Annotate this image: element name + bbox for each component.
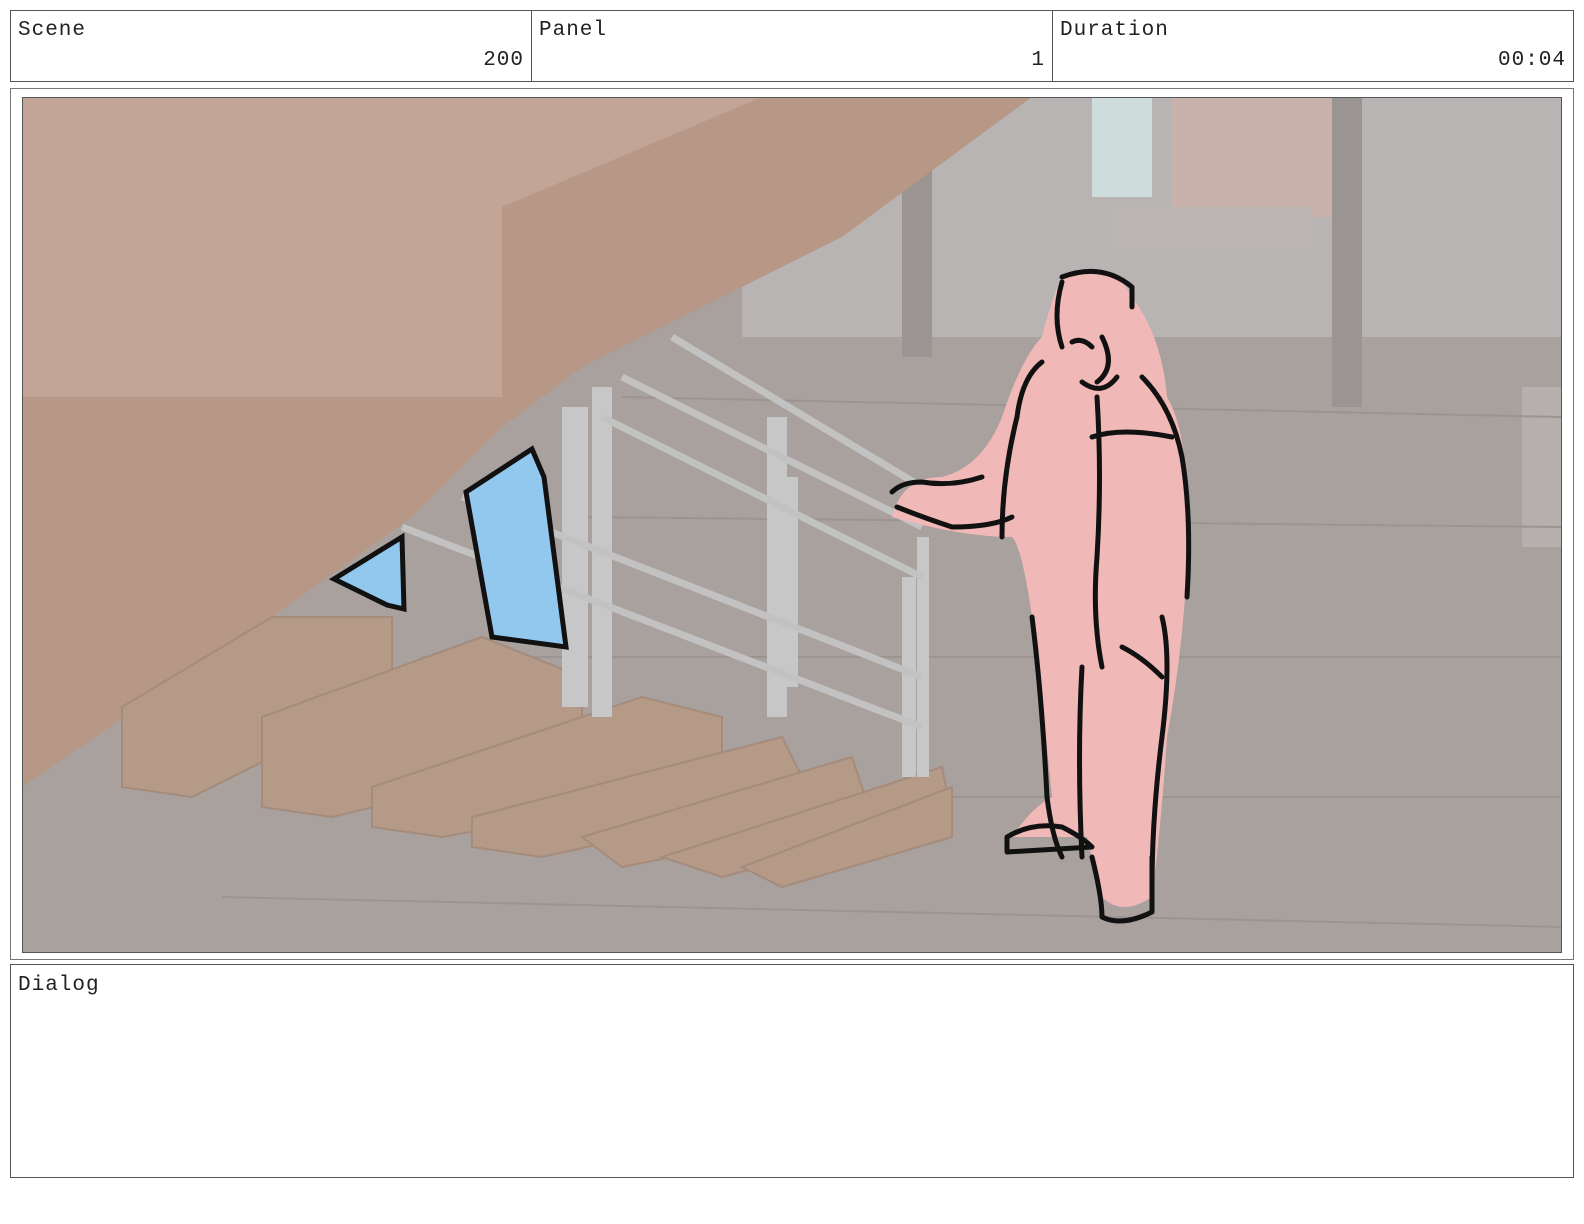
panel-cell: Panel 1 <box>532 11 1053 81</box>
dialog-label: Dialog <box>18 974 100 997</box>
panel-label: Panel <box>539 19 608 42</box>
panel-number[interactable]: 1 <box>1031 49 1045 72</box>
duration-cell: Duration 00:04 <box>1053 11 1573 81</box>
panel-header: Scene 200 Panel 1 Duration 00:04 <box>10 10 1574 82</box>
scene-label: Scene <box>18 19 87 42</box>
duration-value[interactable]: 00:04 <box>1498 49 1566 72</box>
side-wall <box>1522 387 1562 547</box>
duration-label: Duration <box>1060 19 1169 42</box>
dialog-box[interactable]: Dialog <box>10 964 1574 1178</box>
doorway-glass <box>1092 97 1152 197</box>
door-mat <box>1112 207 1312 247</box>
scene-number[interactable]: 200 <box>483 49 524 72</box>
door <box>1172 97 1332 217</box>
storyboard-frame <box>10 88 1574 960</box>
pillar-right <box>1332 97 1362 407</box>
scene-cell: Scene 200 <box>11 11 532 81</box>
storyboard-sketch <box>22 97 1562 953</box>
